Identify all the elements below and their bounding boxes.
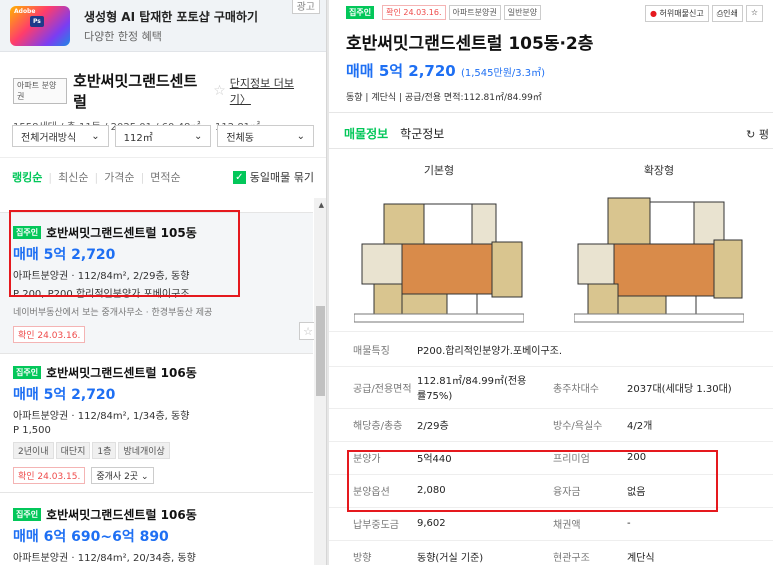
complex-type-tag: 아파트 분양권: [13, 78, 68, 104]
floor-plan-image: [353, 203, 525, 323]
complex-name: 호반써밋그랜드센트럴: [73, 72, 198, 111]
siren-icon: ●: [649, 9, 657, 18]
list-item[interactable]: 집주인 호반써밋그랜드센트럴 106동 매매 6억 690~6억 890 아파트…: [0, 493, 313, 565]
complex-header: 아파트 분양권 호반써밋그랜드센트럴 ☆ 단지정보 더보기〉 1558세대 / …: [0, 52, 326, 133]
feature-chip: 방네개이상: [118, 442, 170, 459]
chevron-down-icon: ⌄: [296, 130, 306, 142]
print-button[interactable]: ⎙인쇄: [711, 5, 743, 22]
filter-bar: 전체거래방식 ⌄ 112㎡ ⌄ 전체동 ⌄: [0, 125, 326, 147]
sort-area[interactable]: 면적순: [150, 169, 180, 185]
listing-price: 매매 5억 2,720: [13, 387, 116, 403]
table-row: 매물특징 P200.합리적인분양가.포베이구조.: [329, 333, 773, 367]
listing-details-table: 매물특징 P200.합리적인분양가.포베이구조. 공급/전용면적 112.81㎡…: [329, 333, 773, 565]
favorite-star-icon[interactable]: ☆: [213, 83, 226, 99]
detail-summary: 동향 | 계단식 | 공급/전용 면적:112.81㎡/84.99㎡: [346, 93, 542, 103]
check-icon: ✓: [232, 170, 246, 184]
sale-type-tag: 일반분양: [503, 5, 542, 20]
ad-title: 생성형 AI 탑재한 포토샵 구매하기: [84, 9, 258, 24]
detail-title: 호반써밋그랜드센트럴 105동·2층: [346, 34, 594, 54]
listing-spec: 아파트분양권 · 112/84m², 1/34층, 동향: [13, 411, 190, 422]
listing-agent: 네이버부동산에서 보는 중개사무소 · 한경부동산 제공: [13, 308, 213, 318]
broker-count-button[interactable]: 중개사 2곳 ⌄: [91, 467, 154, 484]
feature-chip: 1층: [92, 442, 117, 459]
sort-bar: 랭킹순 | 최신순 | 가격순 | 면적순 ✓ 동일매물 묶기: [12, 169, 314, 185]
ad-subtitle: 다양한 한정 혜택: [84, 29, 162, 43]
owner-badge: 집주인: [13, 508, 42, 521]
highlight-box: [9, 210, 240, 297]
feature-chip: 2년이내: [13, 442, 54, 459]
table-row: 해당층/총층 2/29층 방수/욕실수 4/2개: [329, 408, 773, 442]
listing-list: 집주인 호반써밋그랜드센트럴 105동 매매 5억 2,720 아파트분양권 ·…: [0, 198, 326, 565]
listing-name: 호반써밋그랜드센트럴 106동: [46, 366, 197, 380]
highlight-box: [347, 450, 718, 512]
sort-price[interactable]: 가격순: [104, 169, 134, 185]
confirm-date: 확인 24.03.16.: [382, 5, 446, 20]
tab-listing-info[interactable]: 매물정보: [344, 119, 388, 149]
type-tag: 아파트분양권: [448, 5, 501, 20]
chevron-down-icon: ⌄: [193, 130, 203, 142]
confirm-date: 확인 24.03.16.: [13, 326, 86, 343]
feature-chips: 2년이내 대단지 1층 방네개이상: [13, 442, 313, 459]
owner-badge: 집주인: [13, 366, 42, 379]
detail-price: 매매 5억 2,720 (1,545만원/3.3㎡): [346, 62, 546, 80]
listing-desc: P 1,500: [13, 425, 51, 436]
table-row: 방향 동향(거실 기준) 현관구조 계단식: [329, 540, 773, 565]
floor-plans: 기본형 확장형: [329, 149, 773, 332]
ad-close-button[interactable]: 광고: [291, 0, 320, 14]
scroll-up-icon[interactable]: ▲: [319, 201, 324, 209]
scrollbar-thumb[interactable]: [316, 306, 325, 396]
trade-type-select[interactable]: 전체거래방식 ⌄: [12, 125, 109, 147]
listing-name: 호반써밋그랜드센트럴 106동: [46, 508, 197, 522]
complex-detail-link[interactable]: 단지정보 더보기〉: [230, 75, 314, 107]
area-select[interactable]: 112㎡ ⌄: [114, 125, 212, 147]
building-select[interactable]: 전체동 ⌄: [217, 125, 315, 147]
owner-badge: 집주인: [346, 6, 375, 19]
report-button[interactable]: ● 허위매물신고: [644, 5, 709, 22]
sort-ranking[interactable]: 랭킹순: [12, 169, 42, 185]
chevron-down-icon: ⌄: [91, 130, 100, 142]
listing-price: 매매 6억 690~6억 890: [13, 529, 169, 545]
adobe-app-icon: Ps Adobe: [10, 5, 70, 46]
floor-plan-extended[interactable]: 확장형: [549, 162, 769, 331]
confirm-date: 확인 24.03.15.: [13, 467, 86, 484]
table-row: 공급/전용면적 112.81㎡/84.99㎡(전용률75%) 총주차대수 203…: [329, 366, 773, 409]
ad-banner[interactable]: Ps Adobe 생성형 AI 탑재한 포토샵 구매하기 다양한 한정 혜택 광…: [0, 0, 326, 52]
favorite-star-icon[interactable]: ☆: [745, 5, 763, 22]
area-unit-toggle[interactable]: ↻ 평: [746, 126, 769, 142]
tab-school-info[interactable]: 학군정보: [400, 119, 444, 149]
scrollbar[interactable]: ▲: [314, 198, 326, 565]
sort-latest[interactable]: 최신순: [58, 169, 88, 185]
floor-plan-basic[interactable]: 기본형: [329, 162, 549, 331]
floor-plan-image: [573, 197, 745, 323]
listing-panel: Ps Adobe 생성형 AI 탑재한 포토샵 구매하기 다양한 한정 혜택 광…: [0, 0, 327, 565]
listing-spec: 아파트분양권 · 112/84m², 20/34층, 동향: [13, 553, 196, 564]
list-item[interactable]: 집주인 호반써밋그랜드센트럴 106동 매매 5억 2,720 아파트분양권 ·…: [0, 354, 313, 492]
feature-chip: 대단지: [55, 442, 91, 459]
detail-panel: 집주인 확인 24.03.16. 아파트분양권 일반분양 ● 허위매물신고 ⎙인…: [329, 0, 773, 565]
detail-tabs: 매물정보 학군정보 ↻ 평: [329, 119, 773, 149]
same-listing-toggle[interactable]: ✓ 동일매물 묶기: [232, 169, 314, 185]
